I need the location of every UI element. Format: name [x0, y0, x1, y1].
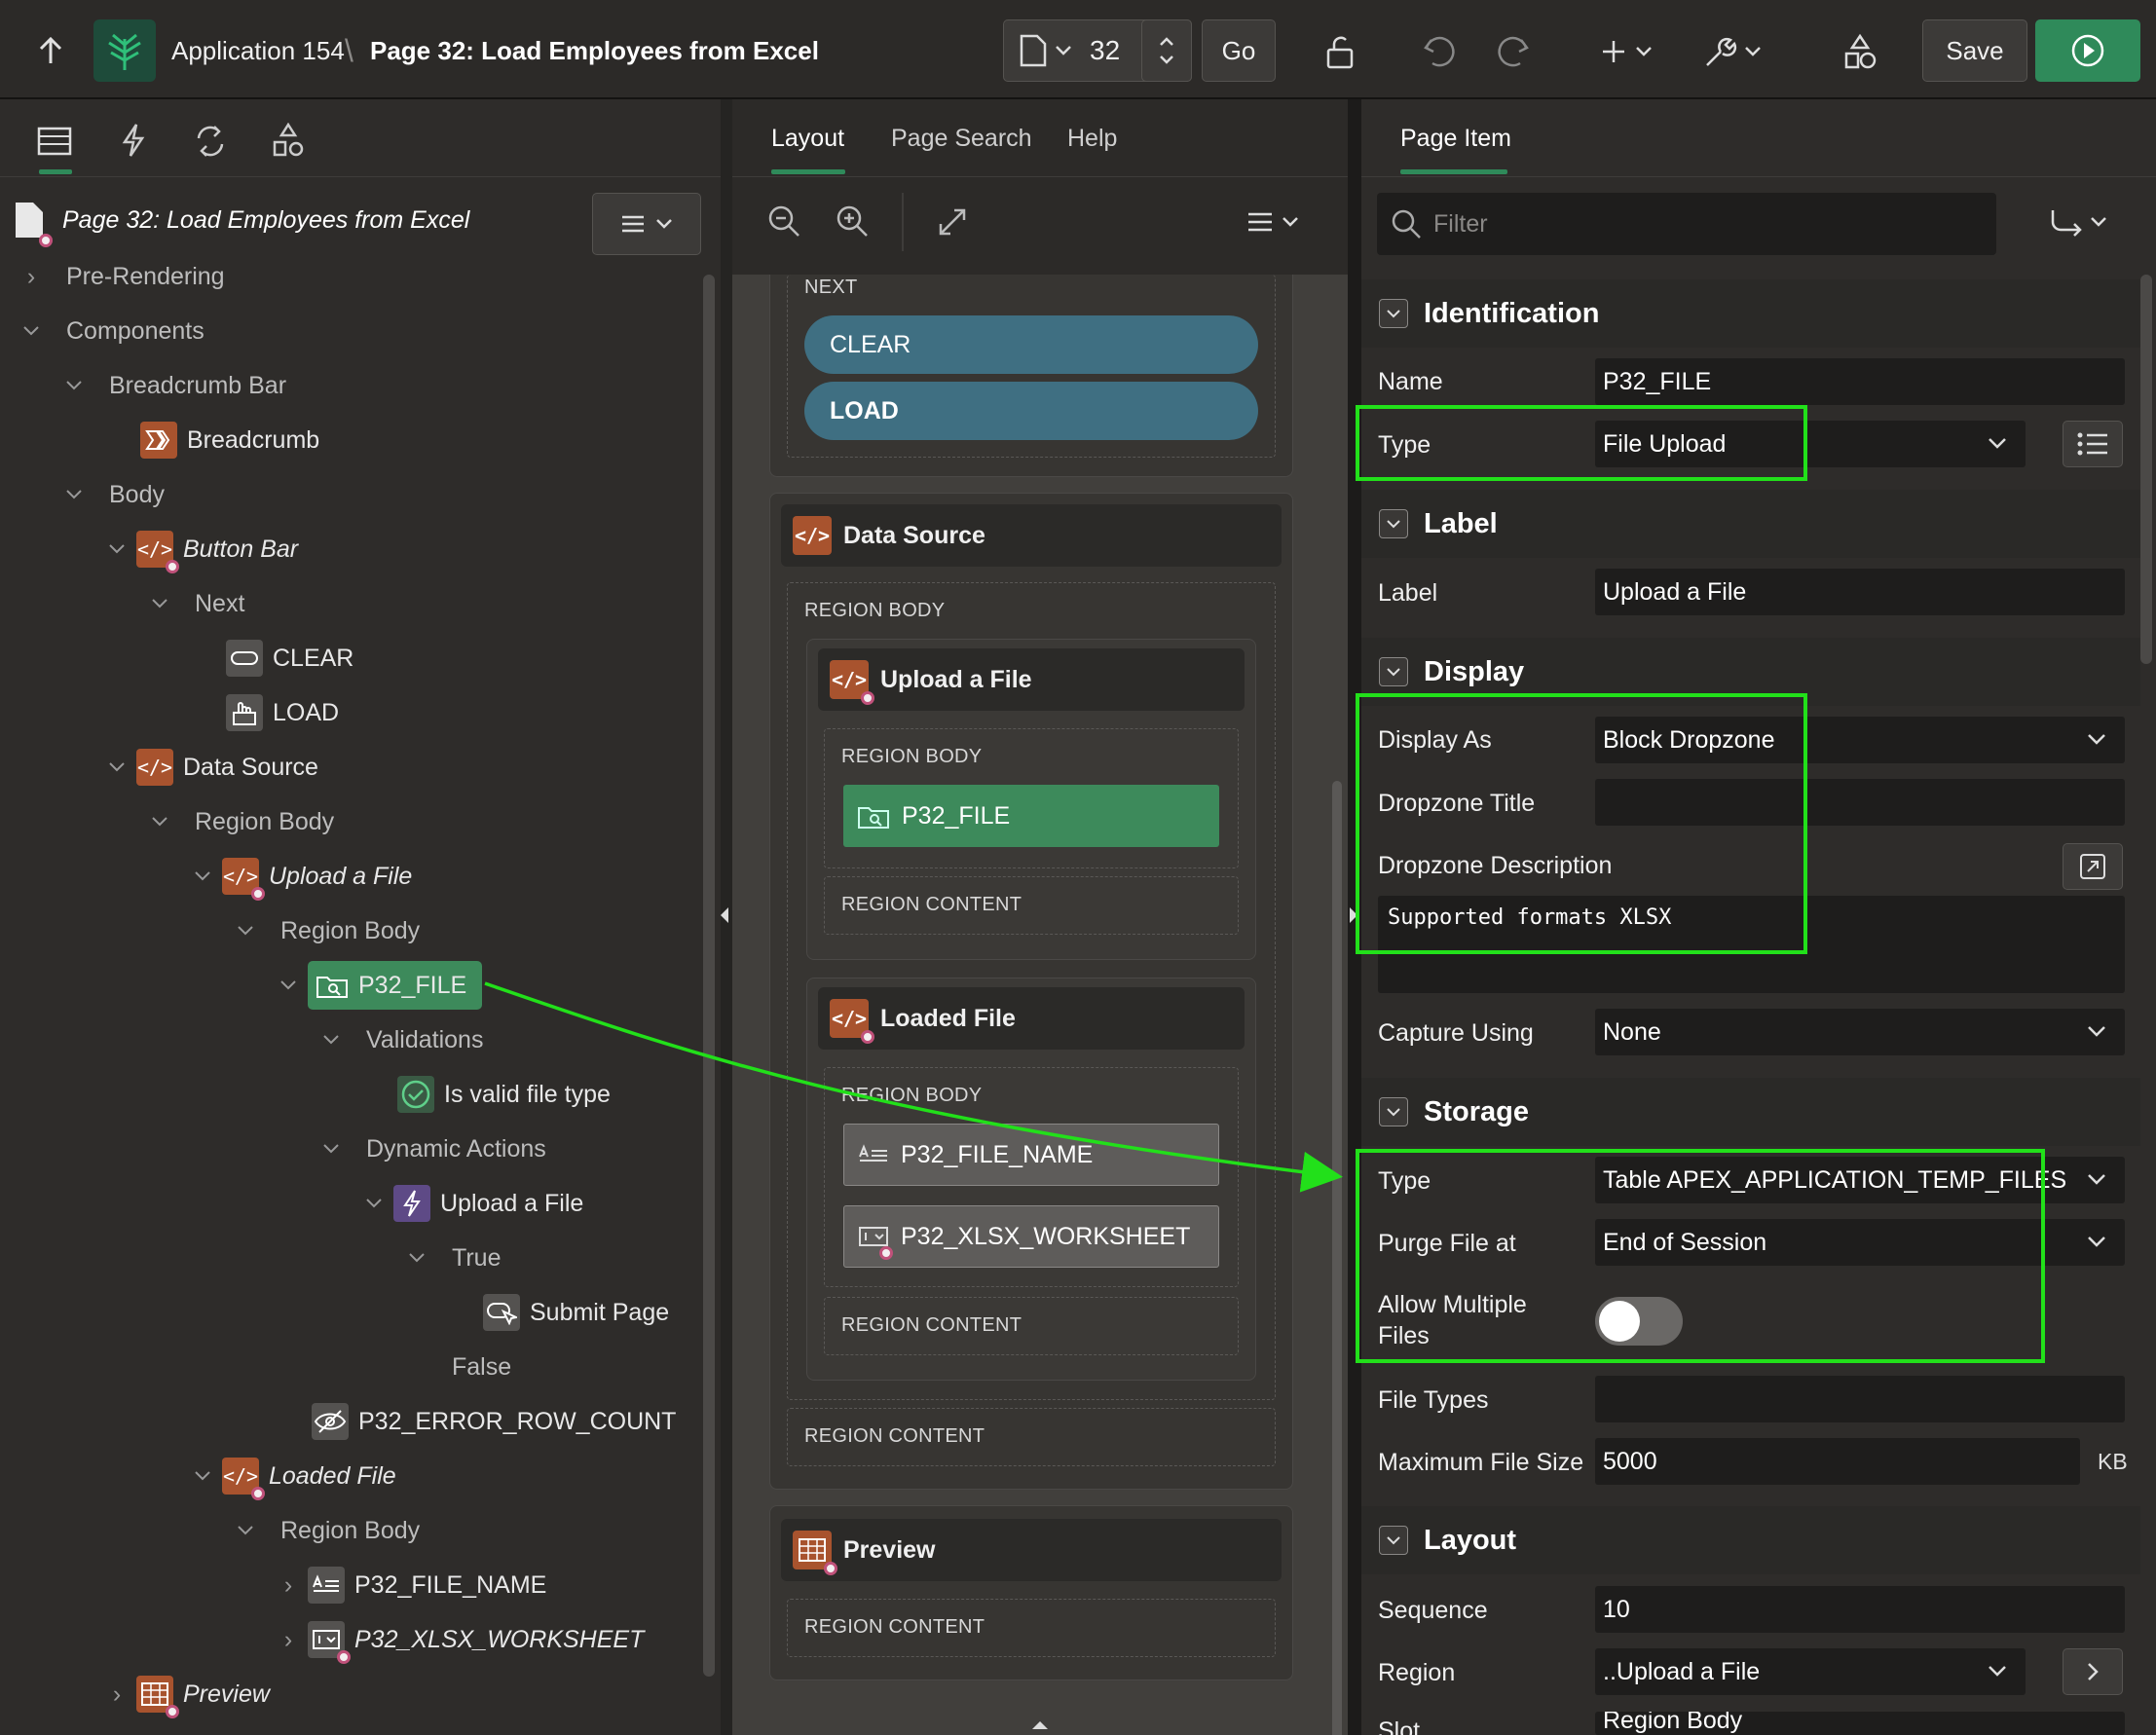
annotation-arrow	[484, 981, 1343, 1193]
